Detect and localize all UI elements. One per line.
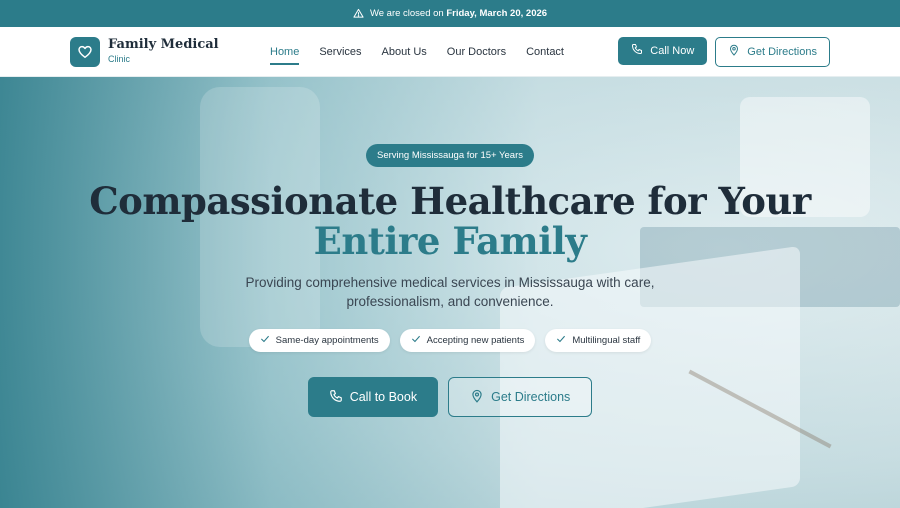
phone-icon: [329, 389, 343, 406]
announcement-bar: We are closed on Friday, March 20, 2026: [0, 0, 900, 27]
hero-title-accent: Entire Family: [313, 219, 587, 263]
header-actions: Call Now Get Directions: [618, 36, 830, 67]
brand-logo-link[interactable]: Family Medical Clinic: [70, 36, 260, 67]
hero-cta-group: Call to Book Get Directions: [0, 377, 900, 417]
hero-subtitle-line2: professionalism, and convenience.: [346, 294, 554, 309]
feature-label: Same-day appointments: [275, 335, 379, 346]
hero-subtitle: Providing comprehensive medical services…: [0, 273, 900, 311]
heart-icon: [70, 36, 100, 67]
feature-chip: Same-day appointments: [248, 329, 390, 352]
feature-list: Same-day appointments Accepting new pati…: [0, 329, 900, 352]
hero-section: Serving Mississauga for 15+ Years Compas…: [0, 77, 900, 508]
feature-label: Multilingual staff: [572, 335, 641, 346]
feature-chip: Multilingual staff: [545, 329, 652, 352]
call-now-button[interactable]: Call Now: [618, 36, 708, 65]
check-icon: [411, 334, 421, 347]
hero-title-line1: Compassionate Healthcare for Your: [89, 179, 811, 223]
call-to-book-button[interactable]: Call to Book: [307, 377, 439, 417]
hero-badge: Serving Mississauga for 15+ Years: [365, 144, 534, 167]
hero-get-directions-button[interactable]: Get Directions: [448, 377, 593, 417]
check-icon: [260, 334, 270, 347]
brand-subtitle: Clinic: [108, 53, 131, 64]
get-directions-button[interactable]: Get Directions: [715, 36, 830, 67]
call-now-label: Call Now: [650, 44, 695, 57]
nav-about-us[interactable]: About Us: [382, 40, 427, 64]
site-header: Family Medical Clinic Home Services Abou…: [0, 27, 900, 77]
call-to-book-label: Call to Book: [349, 390, 418, 404]
nav-home[interactable]: Home: [270, 40, 300, 65]
check-icon: [556, 334, 566, 347]
nav-services[interactable]: Services: [319, 40, 361, 64]
map-pin-icon: [728, 44, 740, 59]
brand-name: Family Medical: [108, 37, 219, 53]
nav-contact[interactable]: Contact: [526, 40, 564, 64]
announcement-text: We are closed on Friday, March 20, 2026: [369, 8, 548, 19]
hero-get-directions-label: Get Directions: [491, 390, 571, 404]
map-pin-icon: [470, 389, 484, 406]
hero-subtitle-line1: Providing comprehensive medical services…: [245, 275, 655, 290]
feature-label: Accepting new patients: [426, 335, 525, 346]
main-nav: Home Services About Us Our Doctors Conta…: [270, 40, 564, 65]
hero-title: Compassionate Healthcare for Your Entire…: [0, 181, 900, 261]
feature-chip: Accepting new patients: [399, 329, 536, 352]
phone-icon: [631, 43, 643, 58]
get-directions-label: Get Directions: [747, 45, 817, 58]
announcement-date: Friday, March 20, 2026: [446, 8, 548, 19]
nav-our-doctors[interactable]: Our Doctors: [447, 40, 506, 64]
warning-triangle-icon: [353, 8, 364, 19]
